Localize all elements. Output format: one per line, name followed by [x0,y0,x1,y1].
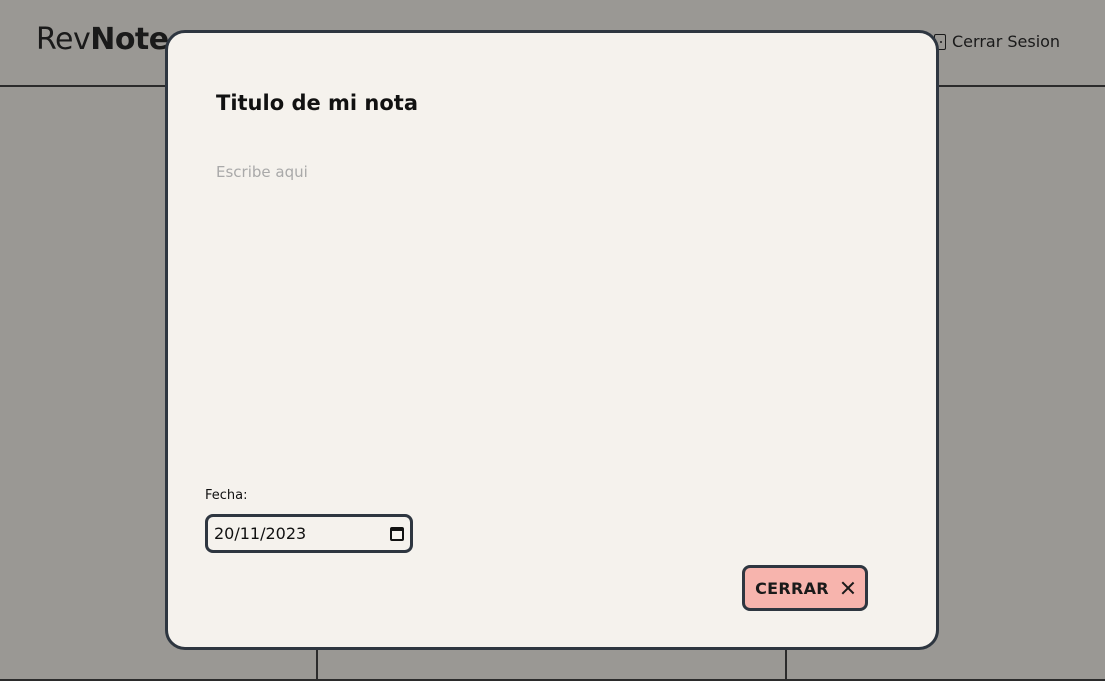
logout-button[interactable]: Cerrar Sesion [934,32,1060,51]
note-body-input[interactable] [216,163,886,473]
app-logo[interactable]: RevNote [36,22,169,57]
date-value: 20/11/2023 [214,524,307,543]
close-button[interactable]: CERRAR [742,565,868,611]
logo-regular: Rev [36,22,91,57]
close-icon [841,581,855,595]
note-title[interactable]: Titulo de mi nota [216,91,418,115]
logout-label: Cerrar Sesion [952,32,1061,51]
logo-bold: Note [90,22,169,57]
close-button-label: CERRAR [755,578,829,598]
background-divider [785,645,787,681]
calendar-icon[interactable] [390,526,404,541]
date-input[interactable]: 20/11/2023 [205,514,413,553]
note-modal: Titulo de mi nota Fecha: 20/11/2023 CERR… [165,30,939,650]
background-divider [316,645,318,681]
date-label: Fecha: [205,488,248,503]
